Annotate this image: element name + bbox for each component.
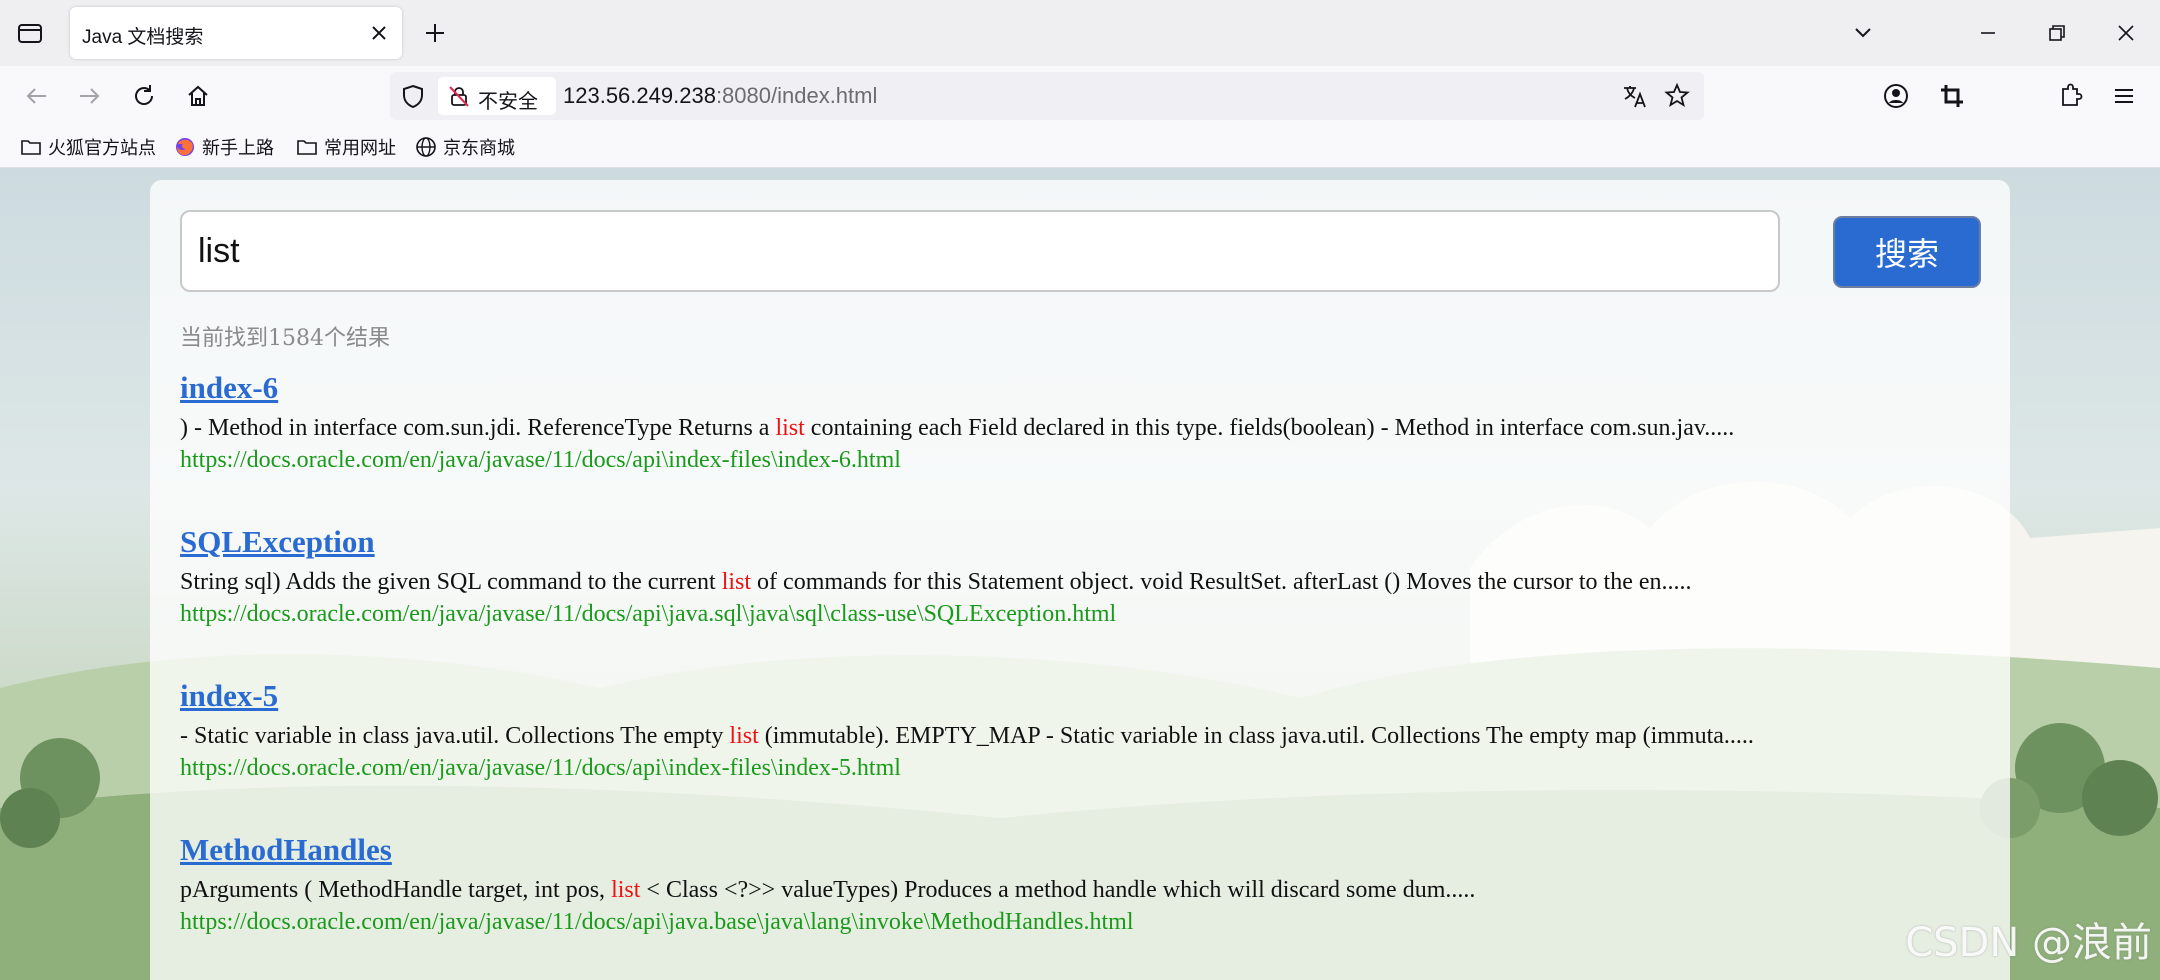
folder-icon <box>297 140 317 155</box>
result-title-link[interactable]: SQLException <box>180 524 375 560</box>
bookmark-item[interactable]: 京东商城 <box>415 134 515 160</box>
result-description: - Static variable in class java.util. Co… <box>180 723 1754 749</box>
result-title-link[interactable]: index-5 <box>180 678 278 714</box>
insecure-lock-icon <box>449 86 469 107</box>
restore-icon[interactable] <box>2042 18 2072 48</box>
watermark: CSDN @浪前 <box>1905 920 2152 966</box>
result-title-link[interactable]: MethodHandles <box>180 832 392 868</box>
tab-list-icon[interactable] <box>14 18 46 48</box>
bookmark-item[interactable]: 火狐官方站点 <box>20 134 156 160</box>
keyword-highlight: list <box>721 569 752 595</box>
globe-icon <box>416 137 436 157</box>
url-bar[interactable]: 不安全 123.56.249.238:8080/index.html <box>390 72 1704 120</box>
menu-icon[interactable] <box>2108 80 2140 112</box>
result-url: https://docs.oracle.com/en/java/javase/1… <box>180 601 1117 627</box>
browser-tab[interactable]: Java 文档搜索 <box>70 7 402 59</box>
search-button[interactable]: 搜索 <box>1833 216 1981 288</box>
result-description: String sql) Adds the given SQL command t… <box>180 569 1692 595</box>
keyword-highlight: list <box>729 723 759 749</box>
close-window-icon[interactable] <box>2111 18 2141 48</box>
result-description: pArguments ( MethodHandle target, int po… <box>180 877 1476 903</box>
extensions-icon[interactable] <box>2054 80 2086 112</box>
firefox-icon <box>176 138 194 156</box>
search-input[interactable] <box>180 210 1780 292</box>
result-url: https://docs.oracle.com/en/java/javase/1… <box>180 755 901 781</box>
tab-strip: Java 文档搜索 <box>0 0 2160 66</box>
result-url: https://docs.oracle.com/en/java/javase/1… <box>180 447 901 473</box>
translate-icon[interactable] <box>1620 81 1650 111</box>
minimize-icon[interactable] <box>1973 18 2003 48</box>
result-item: index-5 - Static variable in class java.… <box>180 678 2000 832</box>
home-icon[interactable] <box>182 80 214 112</box>
result-item: index-6 ) - Method in interface com.sun.… <box>180 370 2000 524</box>
result-list: index-6 ) - Method in interface com.sun.… <box>180 370 2000 980</box>
result-title-link[interactable]: index-6 <box>180 370 278 406</box>
result-item: MethodHandles pArguments ( MethodHandle … <box>180 832 2000 980</box>
result-description: ) - Method in interface com.sun.jdi. Ref… <box>180 415 1735 441</box>
bookmark-label: 京东商城 <box>443 138 515 159</box>
result-url: https://docs.oracle.com/en/java/javase/1… <box>180 909 1134 935</box>
result-count: 当前找到1584个结果 <box>180 326 390 351</box>
tracking-protection-icon[interactable] <box>399 82 427 110</box>
bookmark-label: 新手上路 <box>202 138 274 159</box>
security-indicator[interactable]: 不安全 <box>438 77 556 115</box>
reload-icon[interactable] <box>128 80 160 112</box>
url-path: :8080/index.html <box>715 83 878 108</box>
account-icon[interactable] <box>1880 80 1912 112</box>
back-icon[interactable] <box>20 80 52 112</box>
screenshot-crop-icon[interactable] <box>1936 80 1968 112</box>
bookmark-item[interactable]: 常用网址 <box>296 134 396 160</box>
search-panel: 搜索 当前找到1584个结果 index-6 ) - Method in int… <box>150 180 2010 980</box>
security-label: 不安全 <box>478 89 538 113</box>
tab-title: Java 文档搜索 <box>82 27 204 48</box>
bookmark-label: 常用网址 <box>324 138 396 159</box>
result-item: SQLException String sql) Adds the given … <box>180 524 2000 678</box>
keyword-highlight: list <box>611 877 641 903</box>
bookmark-item[interactable]: 新手上路 <box>174 134 274 160</box>
url-text[interactable]: 123.56.249.238:8080/index.html <box>563 83 877 109</box>
page-viewport: 搜索 当前找到1584个结果 index-6 ) - Method in int… <box>0 168 2160 980</box>
close-tab-icon[interactable] <box>370 24 388 42</box>
keyword-highlight: list <box>775 415 805 441</box>
bookmark-star-icon[interactable] <box>1662 81 1692 111</box>
new-tab-icon[interactable] <box>420 18 450 48</box>
bookmarks-toolbar: 火狐官方站点 新手上路 常用网址 京东商城 <box>0 126 2160 168</box>
url-host: 123.56.249.238 <box>563 83 716 108</box>
forward-icon[interactable] <box>74 80 106 112</box>
bookmark-label: 火狐官方站点 <box>48 138 156 159</box>
navigation-toolbar: 不安全 123.56.249.238:8080/index.html <box>0 66 2160 126</box>
list-all-tabs-icon[interactable] <box>1848 18 1878 48</box>
folder-icon <box>21 140 41 155</box>
